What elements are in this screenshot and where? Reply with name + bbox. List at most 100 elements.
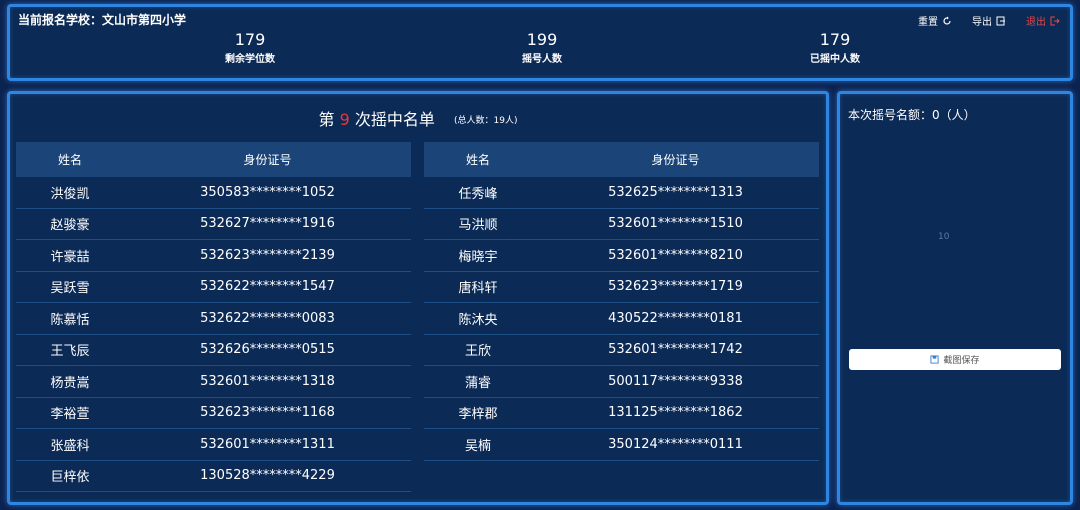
student-id-number: 532622********1547 [200,279,335,295]
table-row: 陈慕恬 532622********0083 [16,303,411,335]
student-name: 张盛科 [50,438,90,454]
student-name: 王欣 [464,344,491,360]
table-row: 任秀峰 532625********1313 [424,177,819,209]
student-name: 赵骏豪 [50,218,90,234]
quota-placeholder: 10 [938,232,950,242]
student-name: 唐科轩 [458,281,498,297]
student-id-number: 532625********1313 [608,184,743,200]
table-row: 许豪喆 532623********2139 [16,240,411,272]
student-name: 李梓郡 [458,407,498,423]
quota-title: 本次摇号名额：0（人） [848,108,976,122]
student-name: 洪俊凯 [50,186,90,202]
results-table-right: 姓名 身份证号 任秀峰 532625********1313 马洪顺 532601**… [424,142,819,461]
stat-label: 摇号人数 [522,54,562,65]
student-name: 马洪顺 [458,218,498,234]
results-table-left: 姓名 身份证号 洪俊凯 350583********1052 赵骏豪 532627**… [16,142,411,492]
logout-button[interactable]: 退出 [1026,13,1060,28]
table-row: 杨贵嵩 532601********1318 [16,366,411,398]
table-row: 王欣 532601********1742 [424,335,819,366]
student-id-number: 532601********1318 [200,373,335,389]
student-id-number: 350124********0111 [608,436,743,452]
student-id-number: 532623********1719 [608,279,743,295]
student-id-number: 532601********1742 [608,342,743,358]
screenshot-save-button[interactable]: 截图保存 [849,349,1061,370]
stat-value: 199 [526,30,558,49]
student-id-number: 532601********1510 [608,216,743,232]
column-name-header: 姓名 [465,153,490,167]
student-name: 王飞辰 [50,344,90,360]
total-count: (总人数：19人) [454,116,518,126]
stat-value: 179 [234,30,266,49]
logout-icon [1050,16,1060,25]
table-row: 吴楠 350124********0111 [424,429,819,461]
reset-button[interactable]: 重置 [918,13,952,28]
table-row: 陈沐央 430522********0181 [424,303,819,335]
student-name: 巨梓依 [50,470,90,486]
stat-selected: 179 已摇中人数 [755,29,915,67]
stat-label: 已摇中人数 [810,54,860,65]
save-label: 截图保存 [943,356,980,366]
student-id-number: 350583********1052 [200,184,335,200]
quota-panel: 本次摇号名额：0（人） 10 截图保存 [837,91,1073,505]
student-id-number: 532623********1168 [200,405,335,421]
summary-panel: 当前报名学校：文山市第四小学 重置 导出 退出 179 剩余学位数 199 摇号… [7,4,1073,81]
logout-label: 退出 [1026,17,1046,28]
student-name: 李裕萱 [50,407,90,423]
student-name: 杨贵嵩 [50,375,90,391]
student-name: 许豪喆 [50,249,90,265]
student-id-number: 532627********1916 [200,216,335,232]
table-row: 唐科轩 532623********1719 [424,272,819,303]
student-id-number: 532623********2139 [200,247,335,263]
table-header: 姓名 身份证号 [16,142,411,177]
student-id-number: 130528********4229 [200,468,335,484]
export-label: 导出 [972,17,992,28]
table-row: 巨梓依 130528********4229 [16,461,411,492]
student-name: 吴跃雪 [50,281,90,297]
reset-label: 重置 [918,17,938,28]
table-row: 洪俊凯 350583********1052 [16,177,411,209]
stat-remaining-seats: 179 剩余学位数 [170,29,330,67]
export-button[interactable]: 导出 [972,13,1006,28]
draw-result-panel: 第 9 次摇中名单 (总人数：19人) 姓名 身份证号 洪俊凯 350583***… [7,91,829,505]
stat-value: 179 [819,30,851,49]
table-row: 赵骏豪 532627********1916 [16,209,411,240]
student-id-number: 131125********1862 [608,405,743,421]
column-id-header: 身份证号 [243,153,292,167]
refresh-icon [943,16,951,25]
column-name-header: 姓名 [57,153,82,167]
student-name: 任秀峰 [458,186,498,202]
round-number: 9 [339,110,350,129]
student-name: 梅晓宇 [458,249,498,265]
table-row: 张盛科 532601********1311 [16,429,411,461]
table-row: 梅晓宇 532601********8210 [424,240,819,272]
column-id-header: 身份证号 [651,153,700,167]
list-title: 第 9 次摇中名单 (总人数：19人) [10,106,826,130]
student-id-number: 532626********0515 [200,342,335,358]
student-name: 蒲睿 [464,375,491,391]
stat-applicants: 199 摇号人数 [462,29,622,67]
table-row: 李裕萱 532623********1168 [16,398,411,429]
student-name: 陈沐央 [458,312,498,328]
table-body: 任秀峰 532625********1313 马洪顺 532601********15… [424,177,819,461]
save-icon [930,355,940,364]
student-id-number: 532601********8210 [608,247,743,263]
title-prefix: 第 [318,110,335,129]
student-id-number: 532622********0083 [200,310,335,326]
student-id-number: 500117********9338 [608,373,743,389]
table-body: 洪俊凯 350583********1052 赵骏豪 532627********19… [16,177,411,492]
current-school-label: 当前报名学校：文山市第四小学 [18,13,187,27]
table-row: 马洪顺 532601********1510 [424,209,819,240]
table-header: 姓名 身份证号 [424,142,819,177]
student-name: 吴楠 [464,438,491,454]
stat-label: 剩余学位数 [225,54,275,65]
student-name: 陈慕恬 [50,312,90,328]
table-row: 王飞辰 532626********0515 [16,335,411,366]
student-id-number: 532601********1311 [200,436,335,452]
table-row: 蒲睿 500117********9338 [424,366,819,398]
stats-row: 179 剩余学位数 199 摇号人数 179 已摇中人数 [10,29,1070,75]
title-suffix: 次摇中名单 [354,110,435,129]
export-icon [996,16,1005,25]
table-row: 李梓郡 131125********1862 [424,398,819,429]
student-id-number: 430522********0181 [608,310,743,326]
header-actions: 重置 导出 退出 [918,13,1060,28]
